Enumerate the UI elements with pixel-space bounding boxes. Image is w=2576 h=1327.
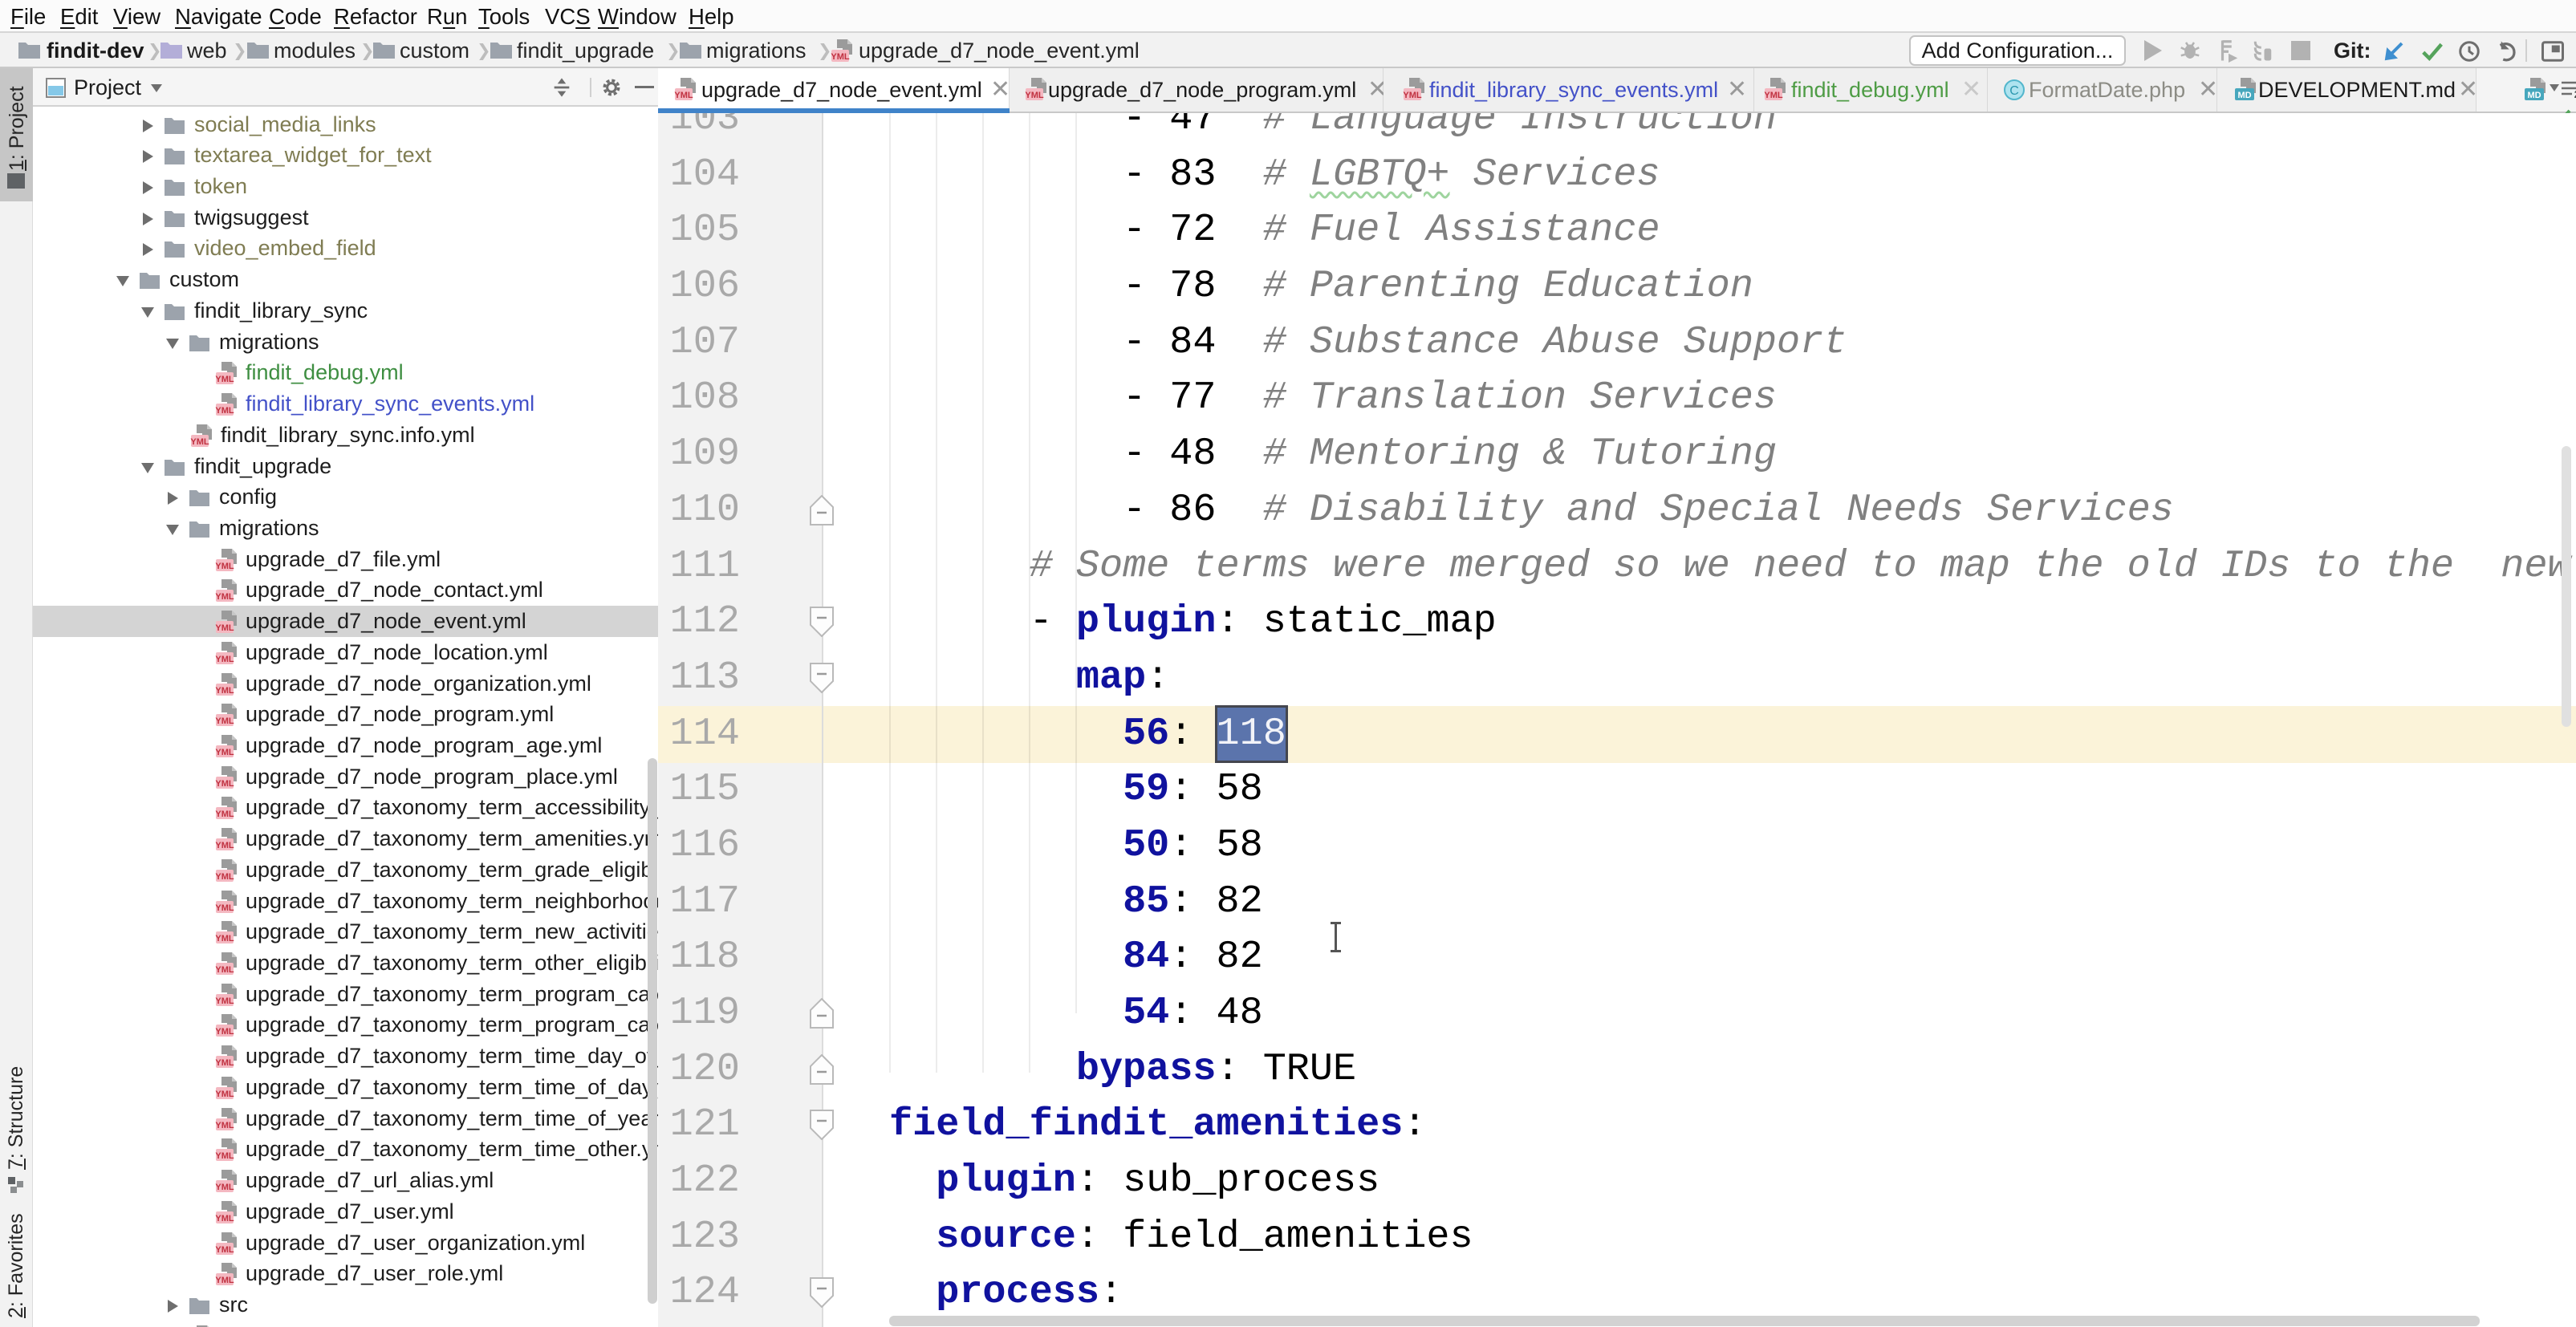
svg-text:MD: MD [2527,91,2541,100]
svg-text:C: C [2009,84,2019,98]
svg-text:MD: MD [2237,91,2251,100]
